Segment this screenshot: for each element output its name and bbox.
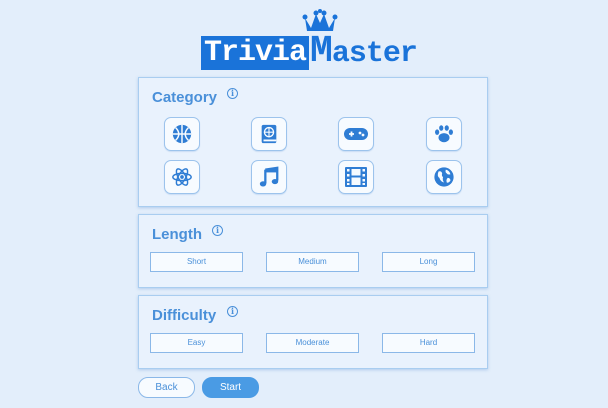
difficulty-info-icon[interactable]: i bbox=[227, 306, 238, 317]
paw-icon bbox=[435, 125, 453, 143]
atom-icon bbox=[172, 168, 192, 186]
length-title: Length bbox=[152, 226, 202, 243]
category-geography-button[interactable] bbox=[426, 160, 462, 194]
category-music-button[interactable] bbox=[251, 160, 287, 194]
category-title: Category bbox=[152, 89, 218, 106]
difficulty-moderate-button[interactable]: Moderate bbox=[266, 333, 359, 353]
length-panel: Length i Short Medium Long bbox=[138, 214, 488, 288]
category-panel: Category i bbox=[138, 77, 488, 207]
category-education-button[interactable] bbox=[251, 117, 287, 151]
length-info-icon[interactable]: i bbox=[212, 225, 223, 236]
logo: Trivia Master bbox=[0, 0, 608, 72]
difficulty-panel: Difficulty i Easy Moderate Hard bbox=[138, 295, 488, 369]
category-animals-button[interactable] bbox=[426, 117, 462, 151]
logo-master-text: Master bbox=[310, 33, 418, 72]
logo-trivia-text: Trivia bbox=[201, 36, 309, 70]
globe-icon bbox=[434, 167, 454, 187]
logo-master-rest: aster bbox=[331, 37, 418, 71]
start-button[interactable]: Start bbox=[202, 377, 259, 398]
back-button[interactable]: Back bbox=[138, 377, 195, 398]
difficulty-title: Difficulty bbox=[152, 307, 217, 324]
category-games-button[interactable] bbox=[338, 117, 374, 151]
category-science-button[interactable] bbox=[164, 160, 200, 194]
length-short-button[interactable]: Short bbox=[150, 252, 243, 272]
music-note-icon bbox=[259, 166, 279, 187]
difficulty-hard-button[interactable]: Hard bbox=[382, 333, 475, 353]
category-sports-button[interactable] bbox=[164, 117, 200, 151]
logo-master-initial: M bbox=[310, 30, 333, 73]
gamepad-icon bbox=[344, 128, 368, 140]
category-info-icon[interactable]: i bbox=[227, 88, 238, 99]
difficulty-easy-button[interactable]: Easy bbox=[150, 333, 243, 353]
film-icon bbox=[345, 167, 367, 187]
length-medium-button[interactable]: Medium bbox=[266, 252, 359, 272]
length-long-button[interactable]: Long bbox=[382, 252, 475, 272]
basketball-icon bbox=[172, 124, 192, 144]
category-movies-button[interactable] bbox=[338, 160, 374, 194]
book-globe-icon bbox=[261, 124, 277, 144]
